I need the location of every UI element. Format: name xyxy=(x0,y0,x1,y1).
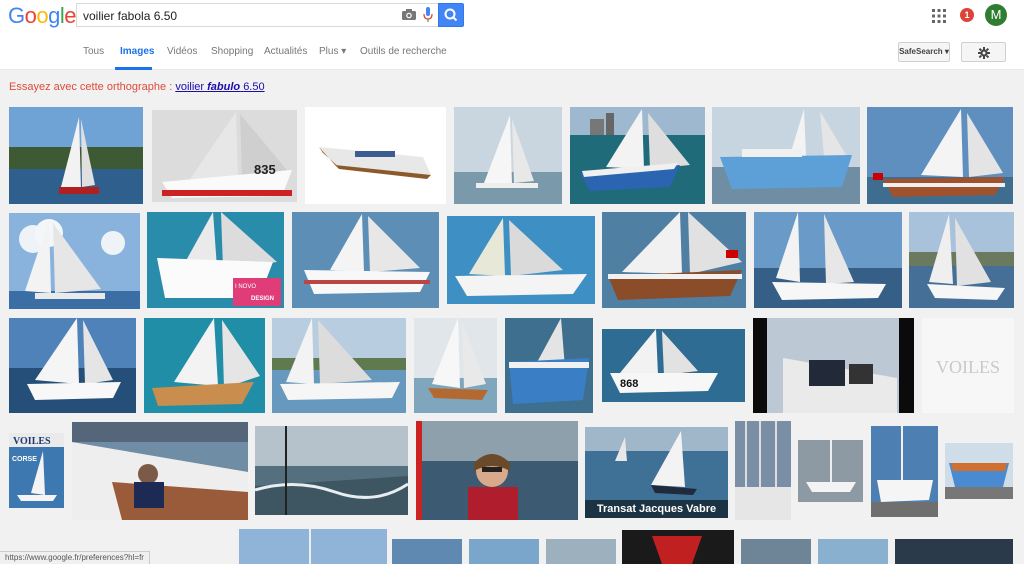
image-result[interactable] xyxy=(447,216,595,304)
image-result[interactable]: Transat Jacques Vabre 2015 xyxy=(585,427,728,518)
safesearch-button[interactable]: SafeSearch ▾ xyxy=(898,42,950,62)
image-result[interactable] xyxy=(867,107,1013,204)
image-result[interactable]: VOILES xyxy=(922,318,1014,413)
image-result[interactable] xyxy=(945,443,1013,499)
image-result[interactable] xyxy=(416,421,578,520)
tab-videos[interactable]: Vidéos xyxy=(167,46,197,57)
image-result[interactable] xyxy=(9,107,143,204)
design-label: DESIGN xyxy=(251,296,274,302)
image-result[interactable] xyxy=(144,318,265,413)
image-result[interactable] xyxy=(392,539,462,564)
avatar[interactable]: M xyxy=(985,4,1007,26)
voiles-watermark: VOILES xyxy=(936,357,1000,377)
image-result[interactable]: I NOVO DESIGN xyxy=(147,212,284,308)
image-result[interactable] xyxy=(292,212,439,308)
image-result[interactable] xyxy=(9,318,136,413)
tab-search-tools[interactable]: Outils de recherche xyxy=(360,46,447,57)
search-icon xyxy=(444,8,458,22)
spelling-suggestion-link[interactable]: voilier fabulo 6.50 xyxy=(175,81,264,93)
search-box xyxy=(76,3,438,27)
image-result[interactable] xyxy=(798,440,863,502)
image-result[interactable]: 835 xyxy=(152,110,297,202)
image-result[interactable]: 868 xyxy=(602,329,745,402)
image-result[interactable] xyxy=(871,426,938,517)
sail-number: 835 xyxy=(254,162,276,177)
image-result[interactable] xyxy=(818,539,888,564)
top-bar: Google 1 M xyxy=(0,0,1024,34)
search-input[interactable] xyxy=(83,7,383,24)
settings-button[interactable] xyxy=(961,42,1006,62)
tab-news[interactable]: Actualités xyxy=(264,46,307,57)
google-logo[interactable]: Google xyxy=(8,3,77,29)
apps-grid-icon[interactable] xyxy=(932,9,946,23)
image-result[interactable] xyxy=(72,422,248,520)
notification-badge[interactable]: 1 xyxy=(960,8,974,22)
image-result[interactable] xyxy=(570,107,705,204)
search-button[interactable] xyxy=(438,3,464,27)
microphone-icon[interactable] xyxy=(423,7,433,23)
image-result[interactable] xyxy=(754,212,902,308)
sail-number-868: 868 xyxy=(620,378,638,390)
image-result[interactable] xyxy=(9,213,140,309)
image-result[interactable] xyxy=(546,539,616,564)
search-tabs-bar: Tous Images Vidéos Shopping Actualités P… xyxy=(0,34,1024,70)
image-result[interactable] xyxy=(239,529,387,564)
image-result[interactable] xyxy=(753,318,914,413)
inovo-label: I NOVO xyxy=(235,284,256,290)
image-result[interactable] xyxy=(895,539,1013,564)
image-result[interactable] xyxy=(712,107,860,204)
image-result[interactable] xyxy=(255,426,408,515)
tab-more[interactable]: Plus ▾ xyxy=(319,46,346,57)
tab-all[interactable]: Tous xyxy=(83,46,104,57)
image-result[interactable] xyxy=(272,318,406,413)
camera-icon[interactable] xyxy=(402,9,416,20)
image-result[interactable] xyxy=(469,539,539,564)
image-result[interactable] xyxy=(741,539,811,564)
image-result[interactable]: VOILES CORSE xyxy=(9,433,64,508)
gear-icon xyxy=(978,47,990,59)
image-result[interactable] xyxy=(602,212,746,308)
magazine-title: VOILES xyxy=(13,436,51,447)
image-result[interactable] xyxy=(414,318,497,413)
image-result[interactable] xyxy=(909,212,1014,308)
image-result[interactable] xyxy=(622,530,734,564)
status-bar-url: https://www.google.fr/preferences?hl=fr xyxy=(0,551,150,564)
image-caption: Transat Jacques Vabre 2015 xyxy=(585,500,728,518)
image-result[interactable] xyxy=(505,318,593,413)
tab-images[interactable]: Images xyxy=(120,46,154,57)
image-result[interactable] xyxy=(454,107,562,204)
image-result[interactable] xyxy=(305,107,446,204)
magazine-subtitle: CORSE xyxy=(12,456,37,463)
spelling-prefix: Essayez avec cette orthographe : xyxy=(9,81,176,93)
tab-shopping[interactable]: Shopping xyxy=(211,46,253,57)
spelling-suggestion: Essayez avec cette orthographe : voilier… xyxy=(9,81,265,93)
image-result[interactable] xyxy=(735,421,791,520)
